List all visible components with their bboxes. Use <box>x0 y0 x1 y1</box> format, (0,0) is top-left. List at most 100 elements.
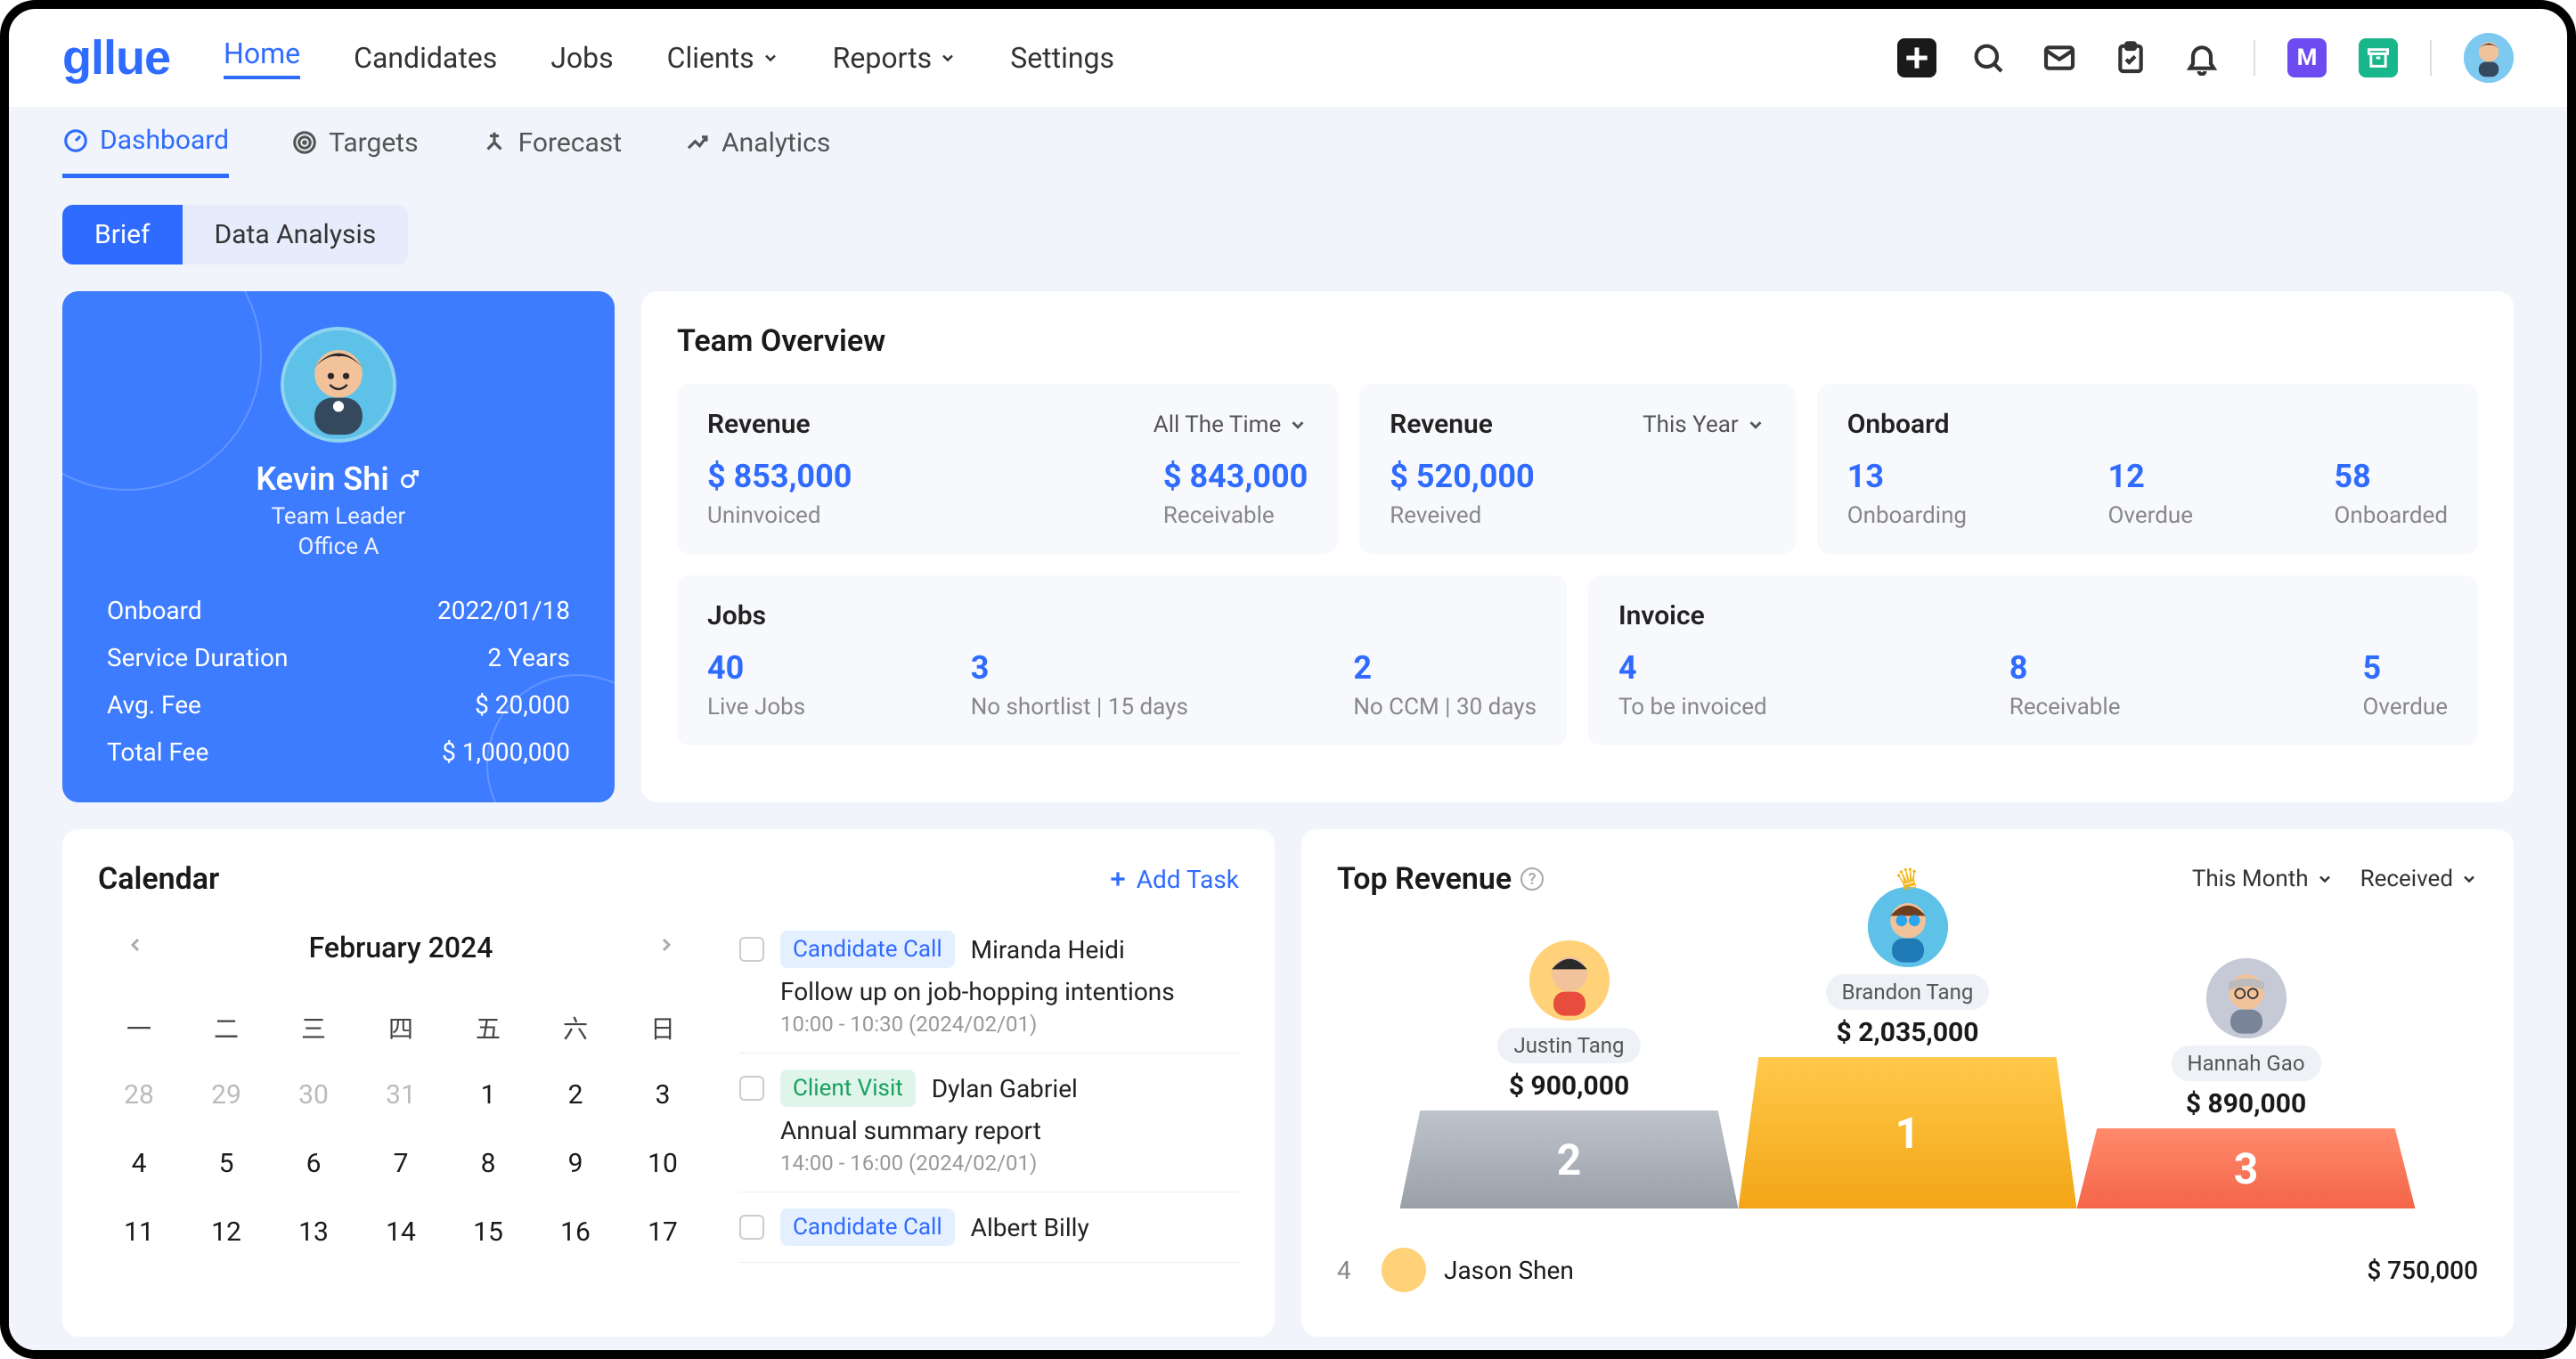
mail-button[interactable] <box>2040 38 2079 77</box>
cal-day[interactable]: 10 <box>622 1132 704 1195</box>
chevron-down-icon <box>762 49 779 67</box>
cal-day[interactable]: 29 <box>185 1063 267 1127</box>
search-icon <box>1970 40 2006 76</box>
avatar-icon <box>284 330 393 439</box>
notifications-button[interactable] <box>2182 38 2221 77</box>
cal-day[interactable]: 11 <box>98 1200 180 1264</box>
subnav-analytics[interactable]: Analytics <box>684 125 830 178</box>
podium-1-amount: $ 2,035,000 <box>1774 1017 2042 1048</box>
user-avatar[interactable] <box>2464 33 2514 83</box>
revenue-all-card: Revenue All The Time $ 853,000Uninvoiced… <box>677 384 1338 554</box>
task-checkbox[interactable] <box>739 1215 764 1240</box>
nav-reports-label: Reports <box>833 41 933 75</box>
cal-day[interactable]: 31 <box>360 1063 442 1127</box>
nav-settings[interactable]: Settings <box>1010 41 1114 75</box>
cal-day[interactable]: 6 <box>273 1132 355 1195</box>
divider <box>2254 40 2255 76</box>
cal-day[interactable]: 15 <box>447 1200 529 1264</box>
task-checkbox[interactable] <box>739 937 764 962</box>
noccm-value: 2 <box>1353 649 1537 687</box>
task-checkbox[interactable] <box>739 1076 764 1101</box>
cal-day[interactable]: 30 <box>273 1063 355 1127</box>
cal-day[interactable]: 7 <box>360 1132 442 1195</box>
revenue-all-filter[interactable]: All The Time <box>1153 411 1308 438</box>
podium-3-name: Hannah Gao <box>2172 1046 2321 1081</box>
tasks-button[interactable] <box>2111 38 2150 77</box>
podium-3: Hannah Gao $ 890,000 3 <box>2077 1128 2416 1208</box>
profile-role: Team Leader <box>62 503 615 530</box>
subnav-forecast[interactable]: Forecast <box>481 125 623 178</box>
podium-1-avatar <box>1868 887 1948 967</box>
plus-icon <box>1899 40 1935 76</box>
podium-1-name: Brandon Tang <box>1826 974 1990 1010</box>
jobs-card: Jobs 40Live Jobs 3No shortlist | 15 days… <box>677 575 1567 745</box>
chevron-left-icon <box>125 934 146 956</box>
cal-day[interactable]: 17 <box>622 1200 704 1264</box>
stat-onboard-label: Onboard <box>107 596 202 625</box>
app-badge-m[interactable]: M <box>2287 38 2327 77</box>
archive-icon <box>2366 45 2391 70</box>
overdue-label: Overdue <box>2108 502 2193 529</box>
divider <box>2430 40 2432 76</box>
revenue-rank: 4 <box>1337 1256 1364 1285</box>
cal-day[interactable]: 28 <box>98 1063 180 1127</box>
clipboard-check-icon <box>2113 40 2148 76</box>
add-task-button[interactable]: Add Task <box>1106 865 1239 894</box>
jobs-title: Jobs <box>707 600 766 631</box>
task-person: Miranda Heidi <box>971 935 1125 964</box>
cal-day[interactable]: 9 <box>534 1132 616 1195</box>
cal-day[interactable]: 5 <box>185 1132 267 1195</box>
view-tabs: Brief Data Analysis <box>62 205 408 264</box>
tab-brief[interactable]: Brief <box>62 205 183 264</box>
app-badge-archive[interactable] <box>2359 38 2398 77</box>
onboard-card: Onboard 13Onboarding 12Overdue 58Onboard… <box>1817 384 2478 554</box>
task-time: 14:00 - 16:00 (2024/02/01) <box>780 1151 1239 1176</box>
cal-day[interactable]: 12 <box>185 1200 267 1264</box>
nav-reports[interactable]: Reports <box>833 41 958 75</box>
app-logo[interactable]: gllue <box>62 30 170 85</box>
cal-next-button[interactable] <box>647 924 686 971</box>
task-tag: Client Visit <box>780 1070 916 1107</box>
profile-office: Office A <box>62 533 615 560</box>
cal-prev-button[interactable] <box>116 924 155 971</box>
cal-day[interactable]: 2 <box>534 1063 616 1127</box>
cal-day[interactable]: 8 <box>447 1132 529 1195</box>
task-item: Client Visit Dylan Gabriel Annual summar… <box>739 1054 1239 1192</box>
search-button[interactable] <box>1969 38 2008 77</box>
cal-day[interactable]: 4 <box>98 1132 180 1195</box>
revenue-year-filter[interactable]: This Year <box>1643 411 1765 438</box>
calendar-month: February 2024 <box>309 931 493 964</box>
receivable-value: $ 843,000 <box>1163 458 1308 495</box>
received-label: Reveived <box>1390 502 1534 529</box>
nav-clients[interactable]: Clients <box>667 41 779 75</box>
receivable-label: Receivable <box>1163 502 1308 529</box>
team-overview-panel: Team Overview Revenue All The Time $ 853… <box>641 291 2514 802</box>
info-icon[interactable]: ? <box>1520 867 1544 891</box>
add-button[interactable] <box>1897 38 1936 77</box>
cal-dow: 三 <box>273 997 355 1058</box>
cal-day[interactable]: 16 <box>534 1200 616 1264</box>
revenue-year-title: Revenue <box>1390 409 1493 440</box>
plus-icon <box>1106 867 1129 891</box>
revenue-period-filter[interactable]: This Month <box>2192 866 2334 892</box>
stat-avgfee-label: Avg. Fee <box>107 690 201 720</box>
stat-avgfee-value: $ 20,000 <box>475 690 570 720</box>
tab-data-analysis[interactable]: Data Analysis <box>183 205 409 264</box>
task-person: Albert Billy <box>971 1213 1089 1242</box>
subnav-targets[interactable]: Targets <box>291 125 419 178</box>
inv-overdue-value: 5 <box>2363 649 2448 687</box>
nav-jobs[interactable]: Jobs <box>550 41 613 75</box>
cal-day[interactable]: 14 <box>360 1200 442 1264</box>
cal-day[interactable]: 13 <box>273 1200 355 1264</box>
nav-home[interactable]: Home <box>224 37 300 79</box>
cal-day[interactable]: 1 <box>447 1063 529 1127</box>
profile-card: Kevin Shi Team Leader Office A Onboard20… <box>62 291 615 802</box>
livejobs-value: 40 <box>707 649 805 687</box>
livejobs-label: Live Jobs <box>707 694 805 720</box>
revenue-type-filter[interactable]: Received <box>2360 866 2478 892</box>
subnav-dashboard[interactable]: Dashboard <box>62 125 229 178</box>
calendar-title: Calendar <box>98 861 219 897</box>
nav-candidates[interactable]: Candidates <box>354 41 497 75</box>
cal-day[interactable]: 3 <box>622 1063 704 1127</box>
invoice-card: Invoice 4To be invoiced 8Receivable 5Ove… <box>1588 575 2478 745</box>
